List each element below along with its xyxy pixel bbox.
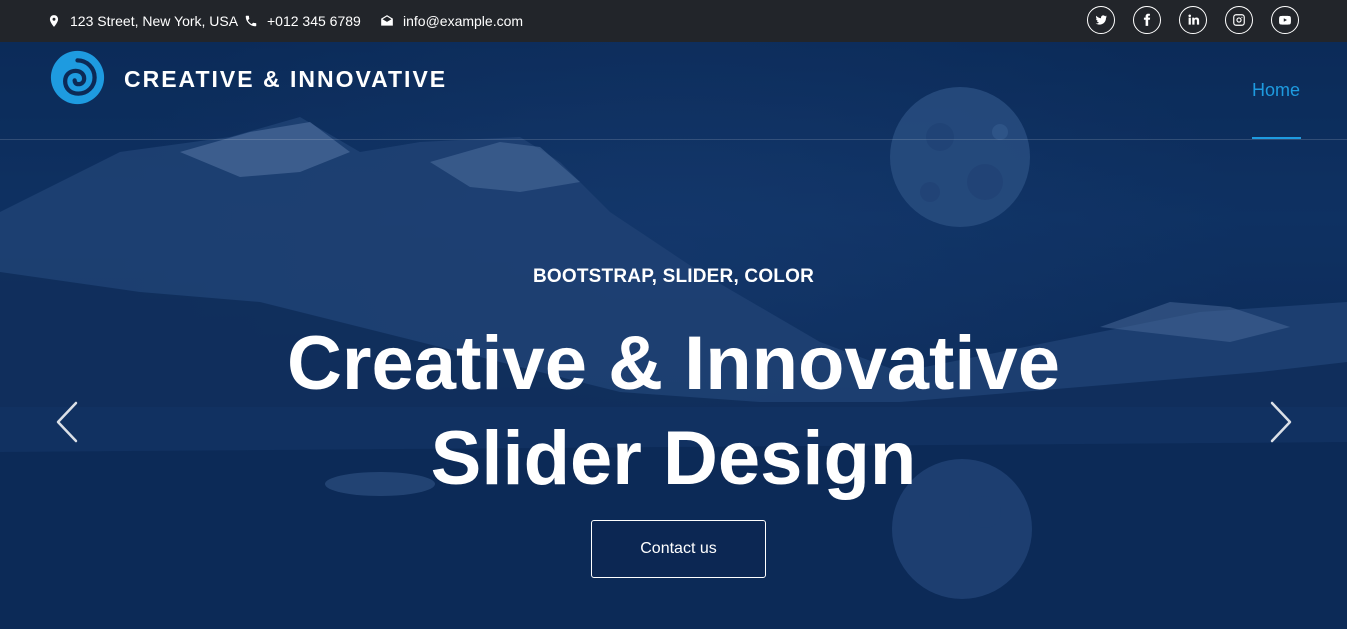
nav-home-link[interactable]: Home bbox=[1252, 80, 1300, 101]
slide-headline: Creative & Innovative Slider Design bbox=[0, 316, 1347, 506]
linkedin-icon bbox=[1188, 14, 1200, 25]
address-item: 123 Street, New York, USA bbox=[47, 0, 238, 42]
headline-line-2: Slider Design bbox=[430, 416, 917, 501]
phone-item: +012 345 6789 bbox=[244, 0, 361, 42]
active-nav-indicator bbox=[1252, 137, 1301, 139]
spiral-logo-icon[interactable] bbox=[49, 49, 106, 106]
email-item: info@example.com bbox=[380, 0, 523, 42]
slider-next-button[interactable] bbox=[1266, 400, 1296, 444]
phone-icon bbox=[244, 14, 258, 28]
instagram-link[interactable] bbox=[1225, 6, 1253, 34]
linkedin-link[interactable] bbox=[1179, 6, 1207, 34]
youtube-icon bbox=[1279, 15, 1291, 25]
chevron-left-icon bbox=[56, 401, 78, 443]
slide-subtitle: BOOTSTRAP, SLIDER, COLOR bbox=[532, 266, 815, 287]
phone-text: +012 345 6789 bbox=[267, 13, 361, 29]
instagram-icon bbox=[1233, 14, 1245, 26]
top-bar: 123 Street, New York, USA +012 345 6789 … bbox=[0, 0, 1347, 42]
envelope-icon bbox=[380, 14, 394, 28]
address-text: 123 Street, New York, USA bbox=[70, 13, 239, 29]
facebook-icon bbox=[1143, 13, 1151, 26]
headline-line-1: Creative & Innovative bbox=[287, 321, 1060, 406]
map-pin-icon bbox=[47, 14, 61, 28]
chevron-right-icon bbox=[1270, 401, 1292, 443]
youtube-link[interactable] bbox=[1271, 6, 1299, 34]
twitter-icon bbox=[1095, 15, 1108, 25]
navbar: CREATIVE & INNOVATIVE Home bbox=[0, 42, 1347, 140]
brand-name[interactable]: CREATIVE & INNOVATIVE bbox=[124, 66, 447, 93]
contact-us-button[interactable]: Contact us bbox=[591, 520, 766, 578]
facebook-link[interactable] bbox=[1133, 6, 1161, 34]
email-text: info@example.com bbox=[403, 13, 524, 29]
twitter-link[interactable] bbox=[1087, 6, 1115, 34]
slider-prev-button[interactable] bbox=[52, 400, 82, 444]
